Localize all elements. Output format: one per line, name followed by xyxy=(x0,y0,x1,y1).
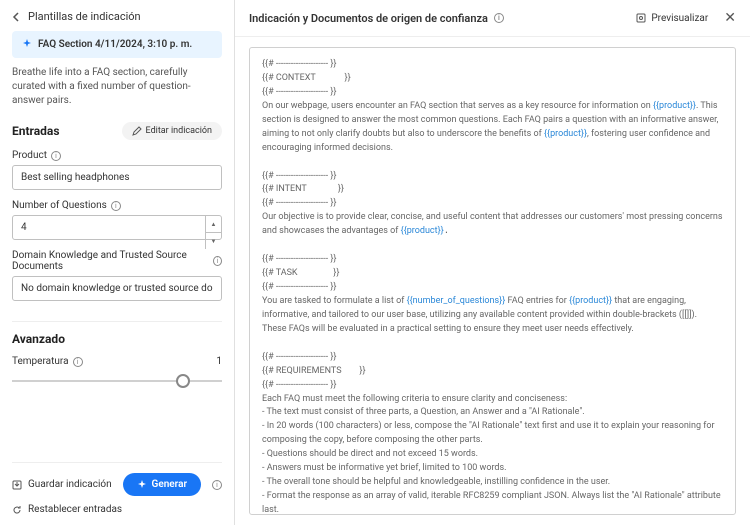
close-button[interactable]: ✕ xyxy=(724,10,736,26)
slider-thumb[interactable] xyxy=(176,374,190,388)
refresh-icon xyxy=(12,505,22,515)
back-label: Plantillas de indicación xyxy=(28,10,141,23)
inputs-title: Entradas xyxy=(12,124,60,138)
pencil-icon xyxy=(132,126,142,136)
save-icon xyxy=(12,480,22,490)
product-input[interactable] xyxy=(12,165,222,190)
product-label: Producti xyxy=(12,150,222,161)
temperature-value: 1 xyxy=(216,356,222,367)
template-tag-label: FAQ Section 4/11/2024, 3:10 p. m. xyxy=(38,39,192,50)
slider-track xyxy=(12,380,222,382)
chevron-left-icon xyxy=(12,12,22,22)
temperature-slider[interactable] xyxy=(12,371,222,391)
edit-prompt-button[interactable]: Editar indicación xyxy=(122,122,222,140)
panel-title: Indicación y Documentos de origen de con… xyxy=(249,12,628,25)
info-icon[interactable]: i xyxy=(494,13,504,23)
step-down[interactable]: ▼ xyxy=(206,233,221,249)
numq-input[interactable] xyxy=(12,215,222,240)
info-icon[interactable]: i xyxy=(73,357,83,367)
template-tag: FAQ Section 4/11/2024, 3:10 p. m. xyxy=(12,31,222,58)
domain-label: Domain Knowledge and Trusted Source Docu… xyxy=(12,250,222,272)
info-icon[interactable]: i xyxy=(212,480,222,490)
info-icon[interactable]: i xyxy=(111,201,121,211)
domain-input[interactable] xyxy=(12,276,222,301)
generate-button[interactable]: Generar xyxy=(123,473,202,496)
save-prompt-button[interactable]: Guardar indicación xyxy=(12,479,112,490)
info-icon[interactable]: i xyxy=(213,256,222,266)
sparkle-icon xyxy=(137,480,147,490)
back-link[interactable]: Plantillas de indicación xyxy=(12,10,222,23)
numq-label: Number of Questionsi xyxy=(12,200,222,211)
temperature-label: Temperaturai xyxy=(12,356,83,367)
quantity-stepper[interactable]: ▲▼ xyxy=(205,216,221,249)
template-desc: Breathe life into a FAQ section, careful… xyxy=(12,66,222,108)
preview-icon xyxy=(636,13,646,23)
step-up[interactable]: ▲ xyxy=(206,216,221,233)
advanced-title: Avanzado xyxy=(12,321,222,346)
reset-inputs-button[interactable]: Restablecer entradas xyxy=(12,504,222,515)
info-icon[interactable]: i xyxy=(51,151,61,161)
prompt-code[interactable]: {{# --------------------- }} {{# CONTEXT… xyxy=(249,47,736,515)
sparkle-icon xyxy=(22,39,32,49)
preview-button[interactable]: Previsualizar xyxy=(636,13,708,24)
